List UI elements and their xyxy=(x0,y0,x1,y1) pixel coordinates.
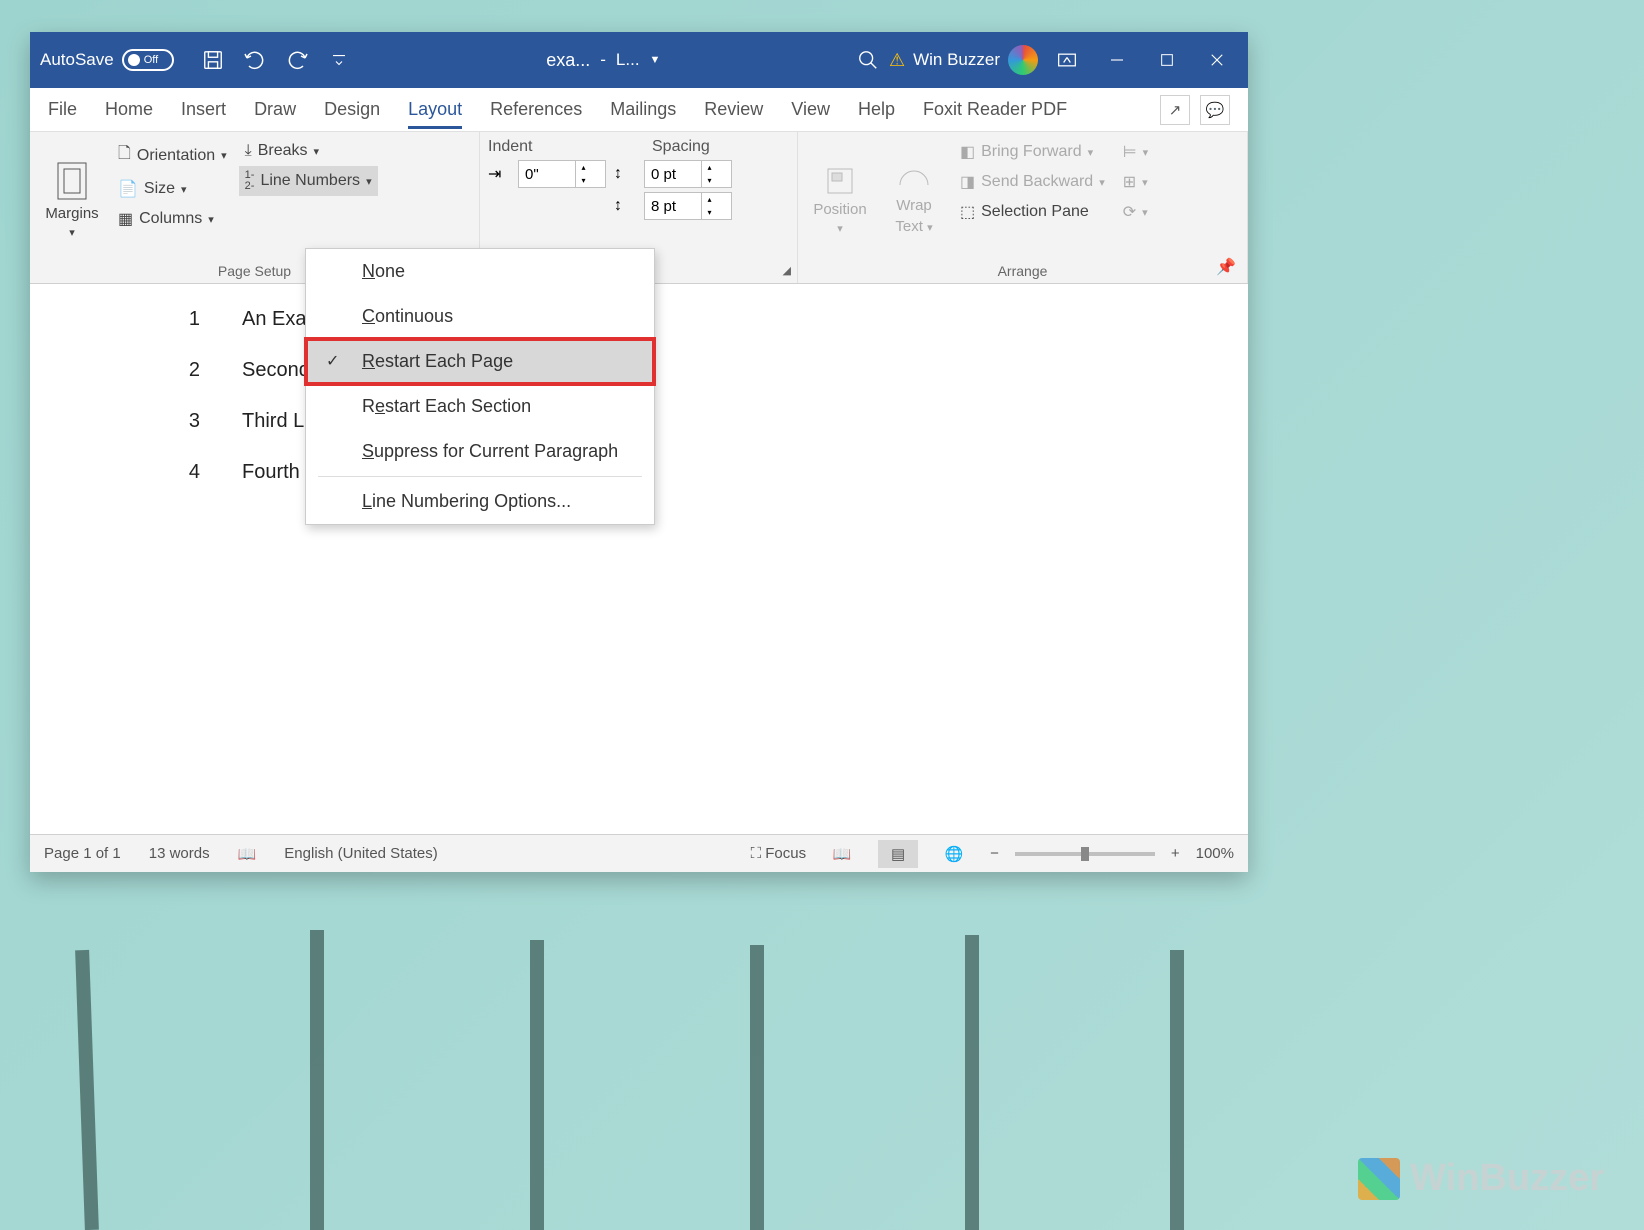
margins-button[interactable]: Margins ▾ xyxy=(38,138,106,261)
focus-mode-button[interactable]: ⛶ Focus xyxy=(751,845,807,862)
tab-design[interactable]: Design xyxy=(324,91,380,128)
spacing-label: Spacing xyxy=(652,138,712,156)
user-avatar[interactable] xyxy=(1008,45,1038,75)
line-numbers-icon: 1-2- xyxy=(245,170,255,192)
line-numbers-suppress[interactable]: Suppress for Current Paragraph xyxy=(306,429,654,474)
zoom-slider[interactable] xyxy=(1015,852,1155,856)
selection-pane-icon: ⬚ xyxy=(960,202,975,222)
line-numbers-restart-section[interactable]: Restart Each Section xyxy=(306,384,654,429)
status-words[interactable]: 13 words xyxy=(149,845,210,862)
tab-draw[interactable]: Draw xyxy=(254,91,296,128)
columns-icon: ▦ xyxy=(118,209,133,229)
document-name: exa... xyxy=(546,50,590,71)
autosave-label: AutoSave xyxy=(40,50,114,70)
redo-button[interactable] xyxy=(276,40,318,80)
title-dropdown-icon[interactable]: ▼ xyxy=(650,54,661,66)
warning-icon[interactable]: ⚠ xyxy=(889,50,905,71)
tab-foxit[interactable]: Foxit Reader PDF xyxy=(923,91,1067,128)
tab-layout[interactable]: Layout xyxy=(408,91,462,128)
selection-pane-button[interactable]: ⬚Selection Pane xyxy=(954,198,1111,226)
zoom-in-button[interactable]: + xyxy=(1171,845,1180,862)
tab-review[interactable]: Review xyxy=(704,91,763,128)
breaks-button[interactable]: ⤓Breaks▾ xyxy=(239,138,378,164)
breaks-icon: ⤓ xyxy=(245,142,252,160)
read-mode-button[interactable]: 📖 xyxy=(822,840,862,868)
tab-home[interactable]: Home xyxy=(105,91,153,128)
arrange-group-label: Arrange xyxy=(806,261,1239,281)
orientation-icon: 🗋 xyxy=(118,142,131,169)
comments-button[interactable]: 💬 xyxy=(1200,95,1230,125)
search-button[interactable] xyxy=(847,40,889,80)
spacing-before-spinner[interactable]: ▴▾ xyxy=(644,160,732,188)
status-language[interactable]: English (United States) xyxy=(284,845,437,862)
align-button[interactable]: ⊨▾ xyxy=(1117,138,1154,166)
indent-label: Indent xyxy=(488,138,548,156)
customize-qat-button[interactable] xyxy=(318,40,360,80)
line-numbers-options[interactable]: Line Numbering Options... xyxy=(306,479,654,524)
ribbon-display-button[interactable] xyxy=(1046,40,1088,80)
status-page[interactable]: Page 1 of 1 xyxy=(44,845,121,862)
user-name[interactable]: Win Buzzer xyxy=(913,50,1000,70)
tab-references[interactable]: References xyxy=(490,91,582,128)
print-layout-button[interactable]: ▤ xyxy=(878,840,918,868)
align-icon: ⊨ xyxy=(1123,142,1137,162)
columns-button[interactable]: ▦Columns▾ xyxy=(112,205,233,233)
tab-file[interactable]: File xyxy=(48,91,77,128)
tab-mailings[interactable]: Mailings xyxy=(610,91,676,128)
minimize-button[interactable] xyxy=(1096,40,1138,80)
line-numbers-button[interactable]: 1-2-Line Numbers▾ xyxy=(239,166,378,196)
close-button[interactable] xyxy=(1196,40,1238,80)
ribbon-tab-bar: File Home Insert Draw Design Layout Refe… xyxy=(30,88,1248,132)
position-button[interactable]: Position▾ xyxy=(806,138,874,261)
save-button[interactable] xyxy=(192,40,234,80)
group-button[interactable]: ⊞▾ xyxy=(1117,168,1154,196)
status-bar: Page 1 of 1 13 words 📖 English (United S… xyxy=(30,834,1248,872)
group-icon: ⊞ xyxy=(1123,172,1136,192)
pin-ribbon-button[interactable]: 📌 xyxy=(1216,257,1236,277)
zoom-level[interactable]: 100% xyxy=(1196,845,1234,862)
spacing-after-icon: ↕ xyxy=(614,197,636,215)
wrap-text-button[interactable]: WrapText ▾ xyxy=(880,138,948,261)
maximize-button[interactable] xyxy=(1146,40,1188,80)
tab-insert[interactable]: Insert xyxy=(181,91,226,128)
autosave-toggle[interactable]: AutoSave Off xyxy=(40,49,174,71)
line-numbers-restart-page[interactable]: Restart Each Page xyxy=(306,339,654,384)
word-window: AutoSave Off exa... - L... ▼ ⚠ Win Buzze… xyxy=(30,32,1248,872)
size-icon: 📄 xyxy=(118,179,138,199)
share-button[interactable]: ↗ xyxy=(1160,95,1190,125)
send-backward-icon: ◨ xyxy=(960,172,975,192)
winbuzzer-logo-icon xyxy=(1358,1158,1400,1200)
bring-forward-button[interactable]: ◧Bring Forward▾ xyxy=(954,138,1111,166)
spacing-before-icon: ↕ xyxy=(614,165,636,183)
line-numbers-dropdown: None Continuous Restart Each Page Restar… xyxy=(305,248,655,525)
web-layout-button[interactable]: 🌐 xyxy=(934,840,974,868)
tab-help[interactable]: Help xyxy=(858,91,895,128)
undo-button[interactable] xyxy=(234,40,276,80)
rotate-button[interactable]: ⟳▾ xyxy=(1117,198,1154,226)
line-numbers-none[interactable]: None xyxy=(306,249,654,294)
spacing-after-spinner[interactable]: ▴▾ xyxy=(644,192,732,220)
size-button[interactable]: 📄Size▾ xyxy=(112,175,233,203)
watermark: WinBuzzer xyxy=(1358,1157,1604,1200)
orientation-button[interactable]: 🗋Orientation▾ xyxy=(112,138,233,173)
status-proofing-icon[interactable]: 📖 xyxy=(238,845,257,863)
paragraph-dialog-launcher[interactable]: ◢ xyxy=(783,264,791,277)
indent-left-spinner[interactable]: ▴▾ xyxy=(518,160,606,188)
indent-left-icon: ⇥ xyxy=(488,164,510,184)
tab-view[interactable]: View xyxy=(791,91,830,128)
zoom-out-button[interactable]: − xyxy=(990,845,999,862)
bring-forward-icon: ◧ xyxy=(960,142,975,162)
titlebar: AutoSave Off exa... - L... ▼ ⚠ Win Buzze… xyxy=(30,32,1248,88)
line-numbers-continuous[interactable]: Continuous xyxy=(306,294,654,339)
send-backward-button[interactable]: ◨Send Backward▾ xyxy=(954,168,1111,196)
rotate-icon: ⟳ xyxy=(1123,202,1136,222)
